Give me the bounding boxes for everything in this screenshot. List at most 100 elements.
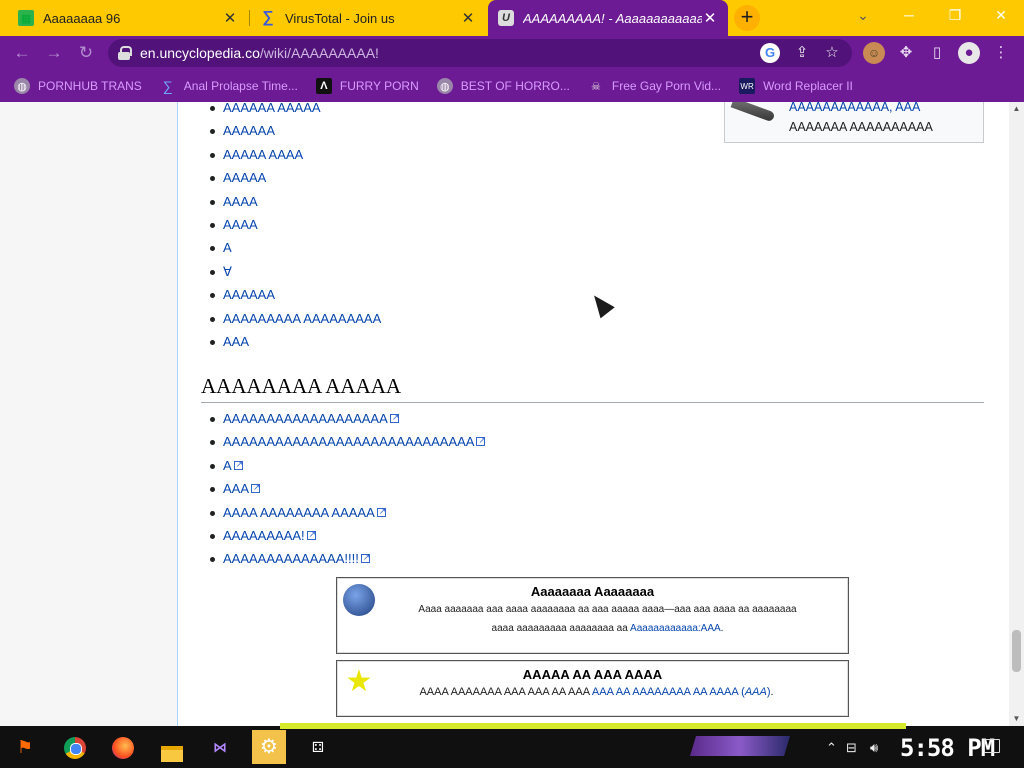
external-list-item[interactable]: AAAAAAAAAAAAAAAAAAA bbox=[209, 410, 485, 435]
message-box-star: ★ AAAAA AA AAA AAAA AAAA AAAAAAA AAA AAA… bbox=[336, 660, 849, 717]
external-link[interactable]: AAAAAAAAAAAAAAAAAAA bbox=[223, 411, 388, 426]
google-lens-icon[interactable]: G bbox=[760, 43, 780, 63]
external-list-item[interactable]: A bbox=[209, 457, 485, 482]
close-window-button[interactable]: ✕ bbox=[978, 0, 1024, 32]
tab-search-icon[interactable]: ⌄ bbox=[840, 0, 886, 32]
scroll-up-icon[interactable]: ▲ bbox=[1012, 104, 1021, 113]
tab-virustotal[interactable]: ∑ VirusTotal - Join us ✕ bbox=[250, 0, 486, 36]
tab-title: AAAAAAAAA! - Aaaaaaaaaaaa bbox=[523, 10, 702, 26]
forward-button[interactable]: → bbox=[42, 41, 66, 65]
vertical-scrollbar[interactable]: ▲ ▼ bbox=[1009, 102, 1024, 726]
external-list-item[interactable]: AAAAAAAAAAAAAAAAAAAAAAAAAAAAA bbox=[209, 433, 486, 458]
tab-spreadsheet[interactable]: ▦ Aaaaaaaa 96 ✕ bbox=[8, 0, 248, 36]
star-icon: ★ bbox=[345, 665, 373, 698]
settings-gear-taskbar-icon[interactable]: ⚙ bbox=[252, 730, 286, 764]
list-item[interactable]: ∀ bbox=[209, 264, 381, 288]
app-taskbar-icon[interactable]: ⚃ bbox=[301, 730, 335, 764]
taskbar-clock[interactable]: 5:58 PM bbox=[900, 734, 995, 762]
section-heading: AAAAAAAA AAAAA bbox=[201, 374, 984, 403]
link-list: AAAAAA AAAAA AAAAAA AAAAA AAAA AAAAA AAA… bbox=[209, 102, 381, 358]
message-box-line: aaaa aaaaaaaaa aaaaaaaa aa Aaaaaaaaaaaa:… bbox=[389, 619, 826, 638]
list-item[interactable]: AAAAA AAAA bbox=[209, 147, 381, 171]
bookmark-item[interactable]: ◍ PORNHUB TRANS bbox=[14, 78, 142, 94]
bookmark-item[interactable]: ∑ Anal Prolapse Time... bbox=[160, 78, 298, 94]
message-box-body: AAAA AAAAAAA AAA AAA AA AAA AAA AA AAAAA… bbox=[337, 682, 848, 702]
message-box-robot: Aaaaaaaa Aaaaaaaa Aaaa aaaaaaa aaa aaaa … bbox=[336, 577, 849, 654]
lambda-icon: Λ bbox=[315, 78, 332, 94]
bookmark-label: BEST OF HORRO... bbox=[460, 79, 570, 93]
external-link-icon bbox=[376, 504, 386, 518]
start-button[interactable]: ⚑ bbox=[8, 730, 42, 764]
reload-button[interactable]: ↻ bbox=[74, 41, 98, 65]
external-list-item[interactable]: AAAAAAAAA! bbox=[209, 527, 485, 552]
list-item[interactable]: A bbox=[209, 241, 381, 264]
bookmark-star-icon[interactable]: ☆ bbox=[822, 43, 842, 63]
list-item[interactable]: AAAAAA AAAAA bbox=[209, 102, 381, 124]
extension-avatar-icon[interactable]: ☺ bbox=[863, 42, 885, 64]
new-tab-button[interactable]: + bbox=[734, 5, 760, 31]
list-item[interactable]: AAAAAA bbox=[209, 288, 381, 311]
list-item[interactable]: AAAAAA bbox=[209, 124, 381, 147]
side-panel-icon[interactable]: ▯ bbox=[926, 42, 948, 64]
chrome-taskbar-icon[interactable] bbox=[58, 730, 92, 764]
tab-uncyclopedia-active[interactable]: U AAAAAAAAA! - Aaaaaaaaaaaa ✕ bbox=[488, 0, 728, 36]
close-icon[interactable]: ✕ bbox=[460, 9, 476, 27]
address-bar[interactable]: en.uncyclopedia.co/wiki/AAAAAAAAA! G ⇪ ☆ bbox=[108, 39, 852, 67]
tab-title: Aaaaaaaa 96 bbox=[43, 10, 121, 26]
bookmark-item[interactable]: WR Word Replacer II bbox=[739, 78, 853, 94]
bookmark-item[interactable]: ☠ Free Gay Porn Vid... bbox=[588, 78, 721, 94]
external-link[interactable]: AAAA AAAAAAAA AAAAA bbox=[223, 505, 375, 520]
message-box-italic-link[interactable]: AAA bbox=[745, 686, 767, 698]
external-link-icon bbox=[306, 527, 316, 541]
bookmark-label: Word Replacer II bbox=[763, 79, 853, 93]
external-list-item[interactable]: AAA bbox=[209, 480, 485, 505]
back-button[interactable]: ← bbox=[10, 41, 34, 65]
bookmarks-bar: ◍ PORNHUB TRANS ∑ Anal Prolapse Time... ΛF… bbox=[0, 70, 1024, 102]
message-box-title: AAAAA AA AAA AAAA bbox=[522, 667, 663, 682]
infobox-link[interactable]: AAAAAAAAAAAA, AAA bbox=[789, 102, 979, 117]
list-item[interactable]: AAAA bbox=[209, 217, 381, 241]
share-icon[interactable]: ⇪ bbox=[792, 43, 812, 63]
network-icon[interactable]: ⊟ bbox=[846, 740, 857, 756]
restore-button[interactable]: ❐ bbox=[932, 0, 978, 32]
external-link-icon bbox=[251, 480, 261, 494]
list-item[interactable]: AAA bbox=[209, 334, 381, 358]
scroll-down-icon[interactable]: ▼ bbox=[1012, 714, 1021, 723]
volume-icon[interactable]: 🔊︎ bbox=[870, 740, 878, 756]
visual-studio-taskbar-icon[interactable]: ⋈ bbox=[203, 730, 237, 764]
sheet-favicon-icon: ▦ bbox=[18, 10, 34, 26]
close-icon[interactable]: ✕ bbox=[222, 9, 238, 27]
external-list-item[interactable]: AAAA AAAAAAAA AAAAA bbox=[209, 504, 485, 529]
message-box-line: Aaaa aaaaaaa aaa aaaa aaaaaaaa aa aaa aa… bbox=[418, 604, 797, 615]
external-link[interactable]: AAA bbox=[223, 481, 249, 496]
list-item[interactable]: AAAAAAAAA AAAAAAAAA bbox=[209, 311, 381, 335]
list-item[interactable]: AAAAA bbox=[209, 171, 381, 194]
robot-icon bbox=[343, 584, 375, 616]
bookmark-label: FURRY PORN bbox=[339, 79, 419, 93]
bookmark-label: PORNHUB TRANS bbox=[38, 79, 142, 93]
menu-kebab-icon[interactable]: ⋮ bbox=[990, 42, 1012, 64]
external-link[interactable]: AAAAAAAAAAAAAA!!!! bbox=[223, 551, 359, 566]
list-item[interactable]: AAAA bbox=[209, 194, 381, 218]
minimize-button[interactable]: ─ bbox=[886, 0, 932, 32]
message-box-link[interactable]: AAA AA AAAAAAAA AA AAAA bbox=[592, 686, 738, 698]
taskbar: ⚑ ⋈ ⚙ ⚃ ⌃ ⊟ 🔊︎ 5:58 PM bbox=[0, 723, 1024, 768]
browser-toolbar: ← → ↻ en.uncyclopedia.co/wiki/AAAAAAAAA!… bbox=[0, 36, 1024, 70]
profile-avatar-icon[interactable]: ● bbox=[958, 42, 980, 64]
file-explorer-taskbar-icon[interactable] bbox=[155, 730, 189, 764]
extensions-puzzle-icon[interactable]: ✥ bbox=[895, 42, 917, 64]
message-box-link[interactable]: Aaaaaaaaaaaa:AAA bbox=[630, 623, 721, 634]
external-list-item[interactable]: AAAAAAAAAAAAAA!!!! bbox=[209, 550, 485, 575]
infobox-text: AAAAAAAAAAAA, AAA AAAAAAA AAAAAAAAAA bbox=[789, 102, 979, 137]
scrollbar-thumb[interactable] bbox=[1012, 630, 1021, 672]
external-link[interactable]: A bbox=[223, 458, 232, 473]
external-link[interactable]: AAAAAAAAAAAAAAAAAAAAAAAAAAAAA bbox=[223, 434, 474, 449]
firefox-taskbar-icon[interactable] bbox=[106, 730, 140, 764]
lock-icon[interactable] bbox=[118, 46, 132, 60]
bookmark-item[interactable]: Λ FURRY PORN bbox=[315, 78, 419, 94]
notification-icon[interactable] bbox=[984, 739, 1000, 753]
tray-chevron-icon[interactable]: ⌃ bbox=[826, 740, 837, 756]
external-link[interactable]: AAAAAAAAA! bbox=[223, 528, 305, 543]
close-icon[interactable]: ✕ bbox=[702, 9, 718, 27]
bookmark-item[interactable]: ◍ BEST OF HORRO... bbox=[436, 78, 570, 94]
